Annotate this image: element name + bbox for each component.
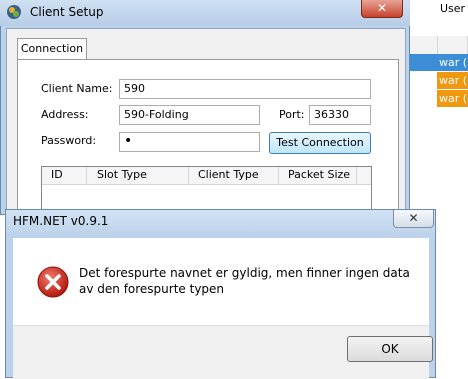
column-header-client-type[interactable]: Client Type (198, 168, 259, 181)
column-header-packet-size[interactable]: Packet Size (288, 168, 350, 181)
grid-row-selected-cell[interactable] (410, 54, 437, 71)
port-field[interactable]: 36330 (309, 105, 371, 125)
column-header-id[interactable]: ID (51, 168, 63, 181)
app-icon (7, 5, 21, 19)
port-label: Port: (279, 108, 305, 121)
grid-header-user[interactable]: User (440, 2, 465, 15)
dialog-message: Det forespurte navnet er gyldig, men fin… (79, 266, 410, 296)
ok-button[interactable]: OK (347, 336, 433, 362)
grid-cell-user[interactable]: war (3 (437, 90, 468, 107)
close-icon: ✕ (408, 211, 419, 225)
column-header-slot-type[interactable]: Slot Type (97, 168, 147, 181)
address-field[interactable]: 590-Folding (119, 105, 260, 125)
address-label: Address: (41, 108, 89, 121)
grid-cell-user[interactable]: war (3 (437, 72, 468, 89)
client-name-label: Client Name: (41, 82, 113, 95)
dialog-title: HFM.NET v0.9.1 (13, 214, 109, 228)
window-title: Client Setup (30, 5, 104, 19)
password-field[interactable]: • (119, 132, 260, 152)
dialog-close-button[interactable]: ✕ (393, 210, 434, 228)
close-button[interactable]: ✕ (361, 0, 403, 18)
client-name-field[interactable]: 590 (119, 79, 371, 99)
tab-connection[interactable]: Connection (17, 38, 87, 60)
background-grid-header (410, 36, 468, 55)
test-connection-button[interactable]: Test Connection (269, 132, 371, 154)
grid-cell-user[interactable]: war (3 (437, 54, 468, 71)
slot-list-header: ID Slot Type Client Type Packet Size (42, 167, 371, 185)
password-label: Password: (41, 134, 97, 147)
error-icon (37, 266, 69, 298)
close-icon: ✕ (376, 1, 388, 15)
